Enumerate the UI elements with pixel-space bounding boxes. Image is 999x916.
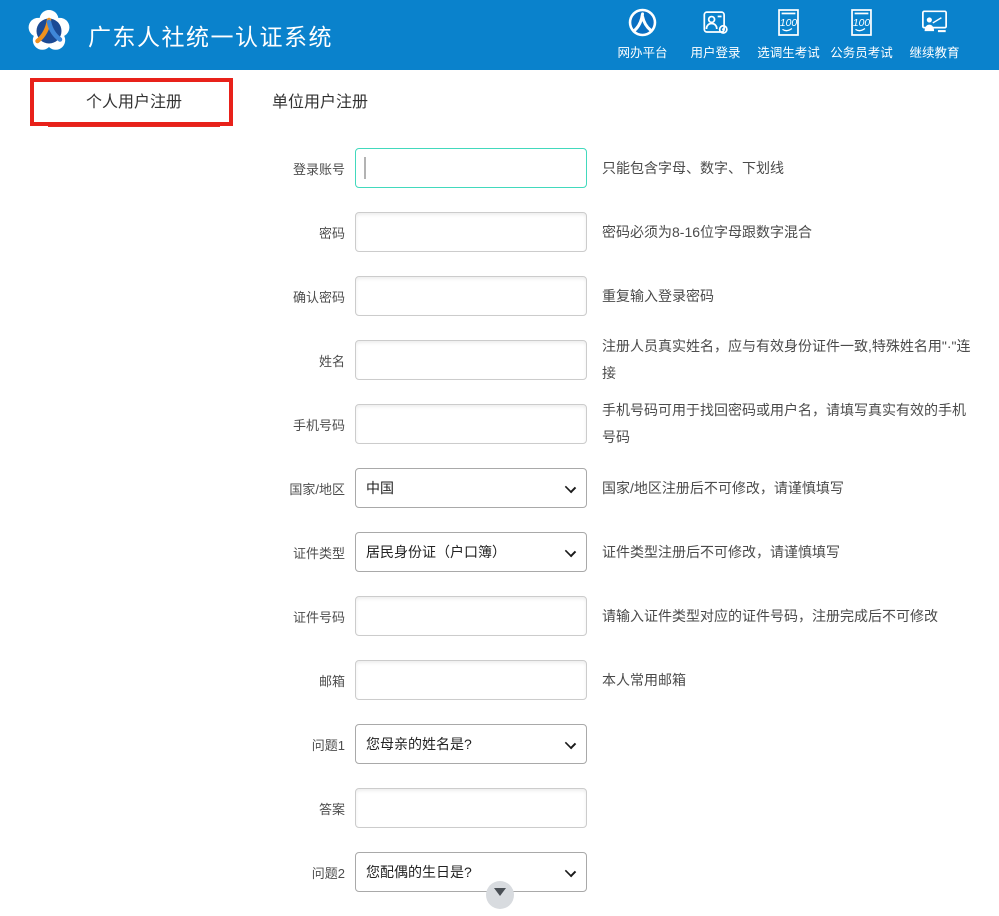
- id-number-input-field[interactable]: [355, 596, 587, 636]
- form-row-confirm-password: 确认密码 重复输入登录密码: [237, 276, 999, 316]
- user-login-icon: [700, 7, 731, 38]
- id-type-label: 证件类型: [237, 543, 345, 562]
- mobile-number-label: 手机号码: [237, 415, 345, 434]
- nav-item-xuandiao-exam[interactable]: 100 选调生考试: [752, 7, 825, 61]
- arrow-down-icon: [494, 888, 506, 896]
- personal-registration-form: 登录账号 只能包含字母、数字、下划线 密码 密码必须为8-16位字母跟数字混合 …: [0, 148, 999, 916]
- chevron-down-icon: [565, 738, 576, 749]
- password-input-field[interactable]: [355, 212, 587, 252]
- confirm-password-input[interactable]: [355, 276, 587, 316]
- answer-input[interactable]: [355, 788, 587, 828]
- id-type-select[interactable]: 居民身份证（户口簿）: [355, 532, 587, 572]
- form-row-question1: 问题1 您母亲的姓名是?: [237, 724, 999, 764]
- app-header: 广东人社统一认证系统 网办平台 用户登录: [0, 0, 999, 70]
- page-title: 广东人社统一认证系统: [88, 18, 333, 52]
- form-row-email: 邮箱 本人常用邮箱: [237, 660, 999, 700]
- gdhrss-logo-icon: [27, 9, 71, 53]
- nav-label: 网办平台: [617, 42, 667, 61]
- exam-100-icon: 100: [773, 7, 804, 38]
- nav-item-continuing-education[interactable]: 继续教育: [898, 7, 971, 61]
- header-nav: 网办平台 用户登录 100 选调生考试: [606, 7, 971, 61]
- portal-icon: [627, 7, 658, 38]
- form-row-id-type: 证件类型 居民身份证（户口簿） 证件类型注册后不可修改，请谨慎填写: [237, 532, 999, 572]
- password-input[interactable]: [355, 212, 587, 252]
- form-row-password: 密码 密码必须为8-16位字母跟数字混合: [237, 212, 999, 252]
- form-row-answer: 答案: [237, 788, 999, 828]
- answer-input-field[interactable]: [355, 788, 587, 828]
- chevron-down-icon: [565, 482, 576, 493]
- svg-text:100: 100: [853, 18, 870, 29]
- email-hint: 本人常用邮箱: [602, 667, 686, 694]
- tab-company-registration[interactable]: 单位用户注册: [272, 88, 368, 112]
- full-name-input[interactable]: [355, 340, 587, 380]
- id-number-hint: 请输入证件类型对应的证件号码，注册完成后不可修改: [602, 603, 938, 630]
- nav-label: 选调生考试: [757, 42, 820, 61]
- chevron-down-icon: [565, 866, 576, 877]
- form-row-mobile-number: 手机号码 手机号码可用于找回密码或用户名，请填写真实有效的手机号码: [237, 404, 999, 444]
- full-name-input-field[interactable]: [355, 340, 587, 380]
- email-input-field[interactable]: [355, 660, 587, 700]
- form-row-question2: 问题2 您配偶的生日是?: [237, 852, 999, 892]
- id-number-input[interactable]: [355, 596, 587, 636]
- login-account-label: 登录账号: [237, 159, 345, 178]
- password-label: 密码: [237, 223, 345, 242]
- country-region-label: 国家/地区: [237, 479, 345, 498]
- tab-personal-registration[interactable]: 个人用户注册: [48, 88, 220, 127]
- id-type-hint: 证件类型注册后不可修改，请谨慎填写: [602, 539, 840, 566]
- nav-label: 继续教育: [909, 42, 959, 61]
- mobile-number-hint: 手机号码可用于找回密码或用户名，请填写真实有效的手机号码: [602, 397, 974, 451]
- confirm-password-hint: 重复输入登录密码: [602, 283, 714, 310]
- question2-selected-value: 您配偶的生日是?: [366, 862, 472, 882]
- confirm-password-label: 确认密码: [237, 287, 345, 306]
- login-account-hint: 只能包含字母、数字、下划线: [602, 155, 784, 182]
- form-row-login-account: 登录账号 只能包含字母、数字、下划线: [237, 148, 999, 188]
- confirm-password-input-field[interactable]: [355, 276, 587, 316]
- nav-label: 用户登录: [690, 42, 740, 61]
- question1-select[interactable]: 您母亲的姓名是?: [355, 724, 587, 764]
- login-account-input-field[interactable]: [355, 148, 587, 188]
- full-name-hint: 注册人员真实姓名，应与有效身份证件一致,特殊姓名用"·"连接: [602, 333, 974, 387]
- country-region-hint: 国家/地区注册后不可修改，请谨慎填写: [602, 475, 844, 502]
- question2-select[interactable]: 您配偶的生日是?: [355, 852, 587, 892]
- form-row-country-region: 国家/地区 中国 国家/地区注册后不可修改，请谨慎填写: [237, 468, 999, 508]
- text-caret: [364, 157, 366, 179]
- form-row-full-name: 姓名 注册人员真实姓名，应与有效身份证件一致,特殊姓名用"·"连接: [237, 340, 999, 380]
- password-hint: 密码必须为8-16位字母跟数字混合: [602, 219, 812, 246]
- full-name-label: 姓名: [237, 351, 345, 370]
- scroll-down-indicator[interactable]: [486, 881, 514, 909]
- id-number-label: 证件号码: [237, 607, 345, 626]
- nav-item-user-login[interactable]: 用户登录: [679, 7, 752, 61]
- id-type-selected-value: 居民身份证（户口簿）: [366, 542, 506, 562]
- question2-label: 问题2: [237, 863, 345, 882]
- answer-label: 答案: [237, 799, 345, 818]
- form-row-id-number: 证件号码 请输入证件类型对应的证件号码，注册完成后不可修改: [237, 596, 999, 636]
- question1-selected-value: 您母亲的姓名是?: [366, 734, 472, 754]
- email-input[interactable]: [355, 660, 587, 700]
- question1-label: 问题1: [237, 735, 345, 754]
- country-region-selected-value: 中国: [366, 478, 394, 498]
- nav-label: 公务员考试: [830, 42, 893, 61]
- education-icon: [919, 7, 950, 38]
- chevron-down-icon: [565, 546, 576, 557]
- svg-text:100: 100: [780, 18, 797, 29]
- login-account-input[interactable]: [355, 148, 587, 188]
- exam-100-icon: 100: [846, 7, 877, 38]
- mobile-number-input-field[interactable]: [355, 404, 587, 444]
- country-region-select[interactable]: 中国: [355, 468, 587, 508]
- nav-item-civil-service-exam[interactable]: 100 公务员考试: [825, 7, 898, 61]
- mobile-number-input[interactable]: [355, 404, 587, 444]
- nav-item-portal[interactable]: 网办平台: [606, 7, 679, 61]
- email-label: 邮箱: [237, 671, 345, 690]
